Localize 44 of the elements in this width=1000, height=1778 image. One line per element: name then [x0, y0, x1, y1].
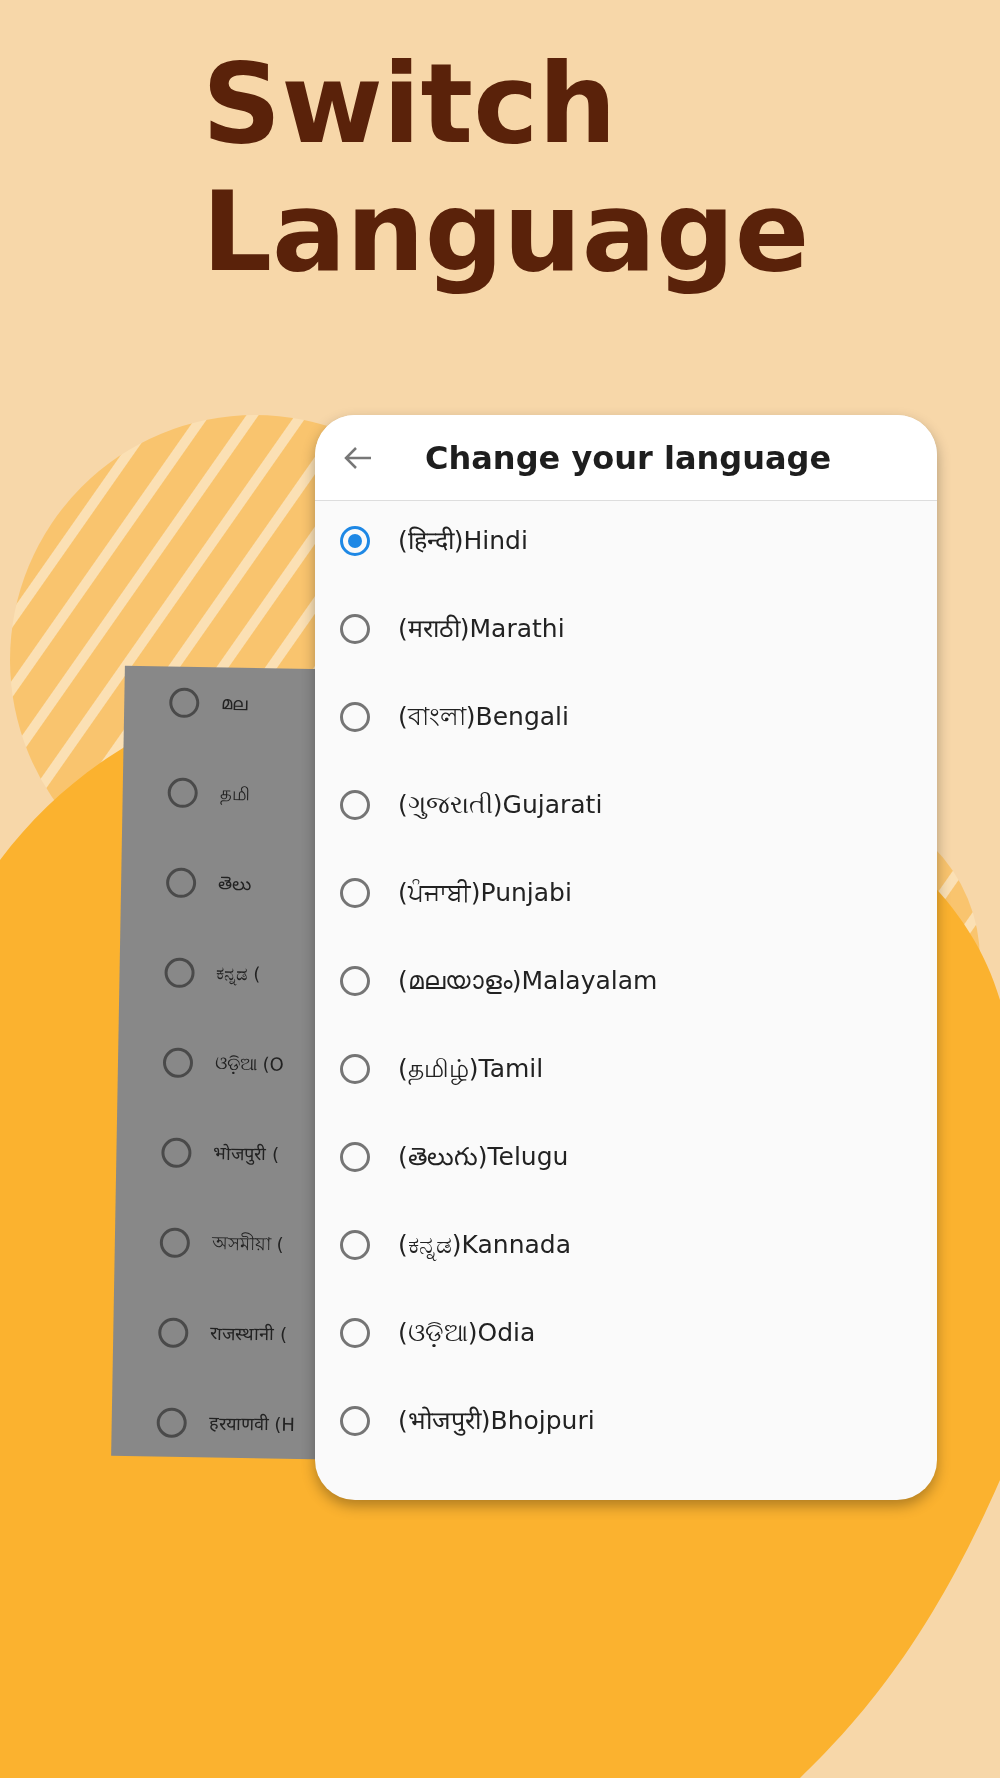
language-option[interactable]: (ଓଡ଼ିଆ)Odia [398, 1309, 536, 1357]
language-label: भोजपुरी ( [213, 1141, 280, 1167]
radio-button[interactable] [340, 1230, 370, 1260]
language-label: राजस्थानी ( [210, 1321, 288, 1347]
language-label: ଓଡ଼ିଆ (O [214, 1051, 285, 1077]
language-label: മല [221, 691, 248, 716]
radio-button[interactable] [340, 966, 370, 996]
radio-button[interactable] [340, 1318, 370, 1348]
radio-button[interactable] [340, 1054, 370, 1084]
language-option[interactable]: (हिन्दी)Hindi [398, 517, 528, 565]
radio-button[interactable] [340, 614, 370, 644]
radio-button[interactable] [165, 867, 197, 899]
radio-button[interactable] [161, 1137, 192, 1168]
screen-title: Change your language [425, 437, 832, 479]
radio-button[interactable] [156, 1407, 187, 1438]
language-option[interactable]: (తెలుగు)Telugu [398, 1133, 569, 1181]
language-option[interactable]: (മലയാളം)Malayalam [398, 957, 658, 1005]
language-option[interactable]: (ગુજરાતી)Gujarati [398, 781, 603, 829]
language-option[interactable]: (தமிழ்)Tamil [398, 1045, 544, 1093]
language-option[interactable]: (বাংলা)Bengali [398, 693, 569, 741]
language-label: తెలు [217, 871, 252, 897]
radio-button[interactable] [158, 1317, 189, 1348]
headline: Language [202, 168, 810, 296]
radio-button[interactable] [340, 1142, 370, 1172]
radio-button[interactable] [162, 1047, 194, 1079]
radio-button[interactable] [164, 957, 195, 989]
language-option[interactable]: (ಕನ್ನಡ)Kannada [398, 1221, 571, 1269]
language-label: हरयाणवी (H [208, 1411, 296, 1437]
language-option[interactable]: (भोजपुरी)Bhojpuri [398, 1397, 595, 1445]
radio-button[interactable] [340, 702, 370, 732]
radio-button[interactable] [169, 687, 200, 719]
language-label: தமி [219, 781, 250, 807]
radio-button[interactable] [340, 526, 370, 556]
radio-button[interactable] [167, 777, 198, 809]
language-label: অসমীয়া ( [211, 1231, 284, 1257]
radio-button[interactable] [340, 878, 370, 908]
language-option[interactable]: (मराठी)Marathi [398, 605, 565, 653]
headline: Switch [202, 40, 617, 168]
language-option[interactable]: (ਪੰਜਾਬੀ)Punjabi [398, 869, 572, 917]
back-arrow-icon[interactable] [343, 444, 373, 471]
radio-button[interactable] [340, 790, 370, 820]
radio-button[interactable] [340, 1406, 370, 1436]
language-label: ಕನ್ನಡ ( [216, 961, 261, 988]
radio-button[interactable] [159, 1227, 191, 1258]
